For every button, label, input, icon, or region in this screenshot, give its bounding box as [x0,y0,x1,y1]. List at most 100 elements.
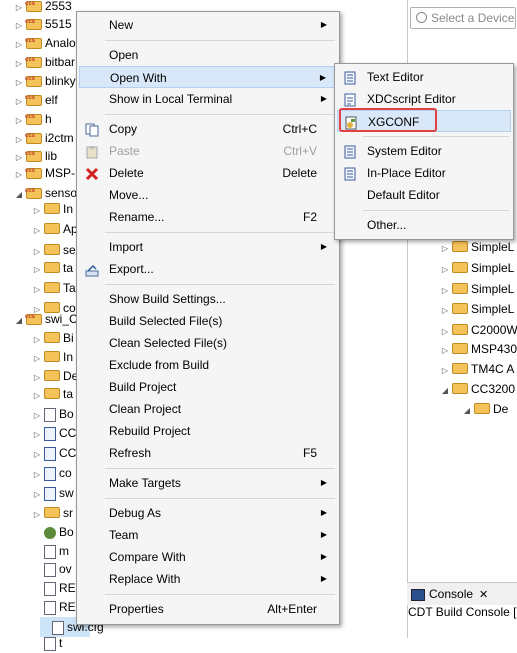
expand-arrow-icon[interactable]: ▷ [32,425,42,445]
device-tree-item[interactable]: ▷ SimpleL [440,237,514,257]
device-tree-item[interactable]: ◢ CC3200 [440,379,515,399]
menu-item-exclude-from-build[interactable]: Exclude from Build [79,354,337,376]
tree-row[interactable]: ▷bitbar [14,50,75,72]
menu-item-rename[interactable]: Rename... F2 [79,206,337,228]
tree-row[interactable]: ▷blinky [14,69,76,91]
tree-row[interactable]: ▷ In [32,199,73,219]
tree-row[interactable]: ▷ se [32,240,76,260]
device-search-input[interactable]: Select a Device [410,7,516,29]
device-tree-item[interactable]: ▷ C2000W [440,320,517,340]
expand-arrow-icon[interactable]: ▷ [32,221,42,241]
menu-item-open[interactable]: Open [79,44,337,66]
menu-item-debug-as[interactable]: Debug As ▶ [79,502,337,524]
tree-row[interactable]: ▷elf [14,88,58,110]
tree-row[interactable]: ▷ co [32,463,72,483]
menu-item-build-project[interactable]: Build Project [79,376,337,398]
tree-row[interactable]: ▷ In [32,347,73,367]
menu-item-text-editor[interactable]: Text Editor [337,66,511,88]
expand-arrow-icon[interactable]: ▷ [32,465,42,485]
menu-item-import[interactable]: Import ▶ [79,236,337,258]
tree-row[interactable]: ▷ Ta [32,278,76,298]
expand-arrow-icon[interactable]: ▷ [32,445,42,465]
tree-row-label: co [59,466,72,480]
menu-item-in-place-editor[interactable]: In-Place Editor [337,162,511,184]
menu-item-clean-project[interactable]: Clean Project [79,398,337,420]
tree-row[interactable]: ▷ sw [32,483,74,503]
expand-arrow-icon[interactable]: ▷ [440,341,450,361]
tree-row[interactable]: ov [32,559,72,579]
expand-arrow-icon[interactable]: ▷ [32,260,42,280]
tree-row[interactable]: ◢ swi_C [14,307,78,331]
menu-item-default-editor[interactable]: Default Editor [337,184,511,206]
menu-separator [105,498,335,499]
menu-item-compare-with[interactable]: Compare With ▶ [79,546,337,568]
tree-row-label: sr [63,506,73,520]
project-icon [25,0,42,14]
expand-arrow-icon[interactable]: ▷ [440,281,450,301]
device-tree-item[interactable]: ▷ SimpleL [440,258,514,278]
device-tree-item[interactable]: ▷ SimpleL [440,279,514,299]
expand-arrow-icon[interactable]: ▷ [440,301,450,321]
tree-row[interactable]: ▷Analo [14,31,76,53]
menu-item-new[interactable]: New ▶ [79,14,337,36]
tree-row-label: Analo [45,36,76,50]
tree-row[interactable]: ▷5515 [14,12,72,34]
menu-item-show-build-settings[interactable]: Show Build Settings... [79,288,337,310]
device-tree-item[interactable]: ▷ MSP430 [440,339,517,359]
close-icon[interactable]: ✕ [479,589,488,601]
tree-row[interactable]: m [32,541,69,561]
tree-row[interactable]: ▷ CC [32,443,76,463]
tree-row[interactable]: ▷ Bi [32,328,74,348]
device-tree-item[interactable]: ◢ De [462,399,508,419]
tree-row-label: MSP- [45,166,75,180]
expand-arrow-icon[interactable]: ▷ [440,260,450,280]
expand-arrow-icon[interactable]: ◢ [14,311,24,331]
tree-row[interactable]: ▷ CC [32,423,76,443]
device-tree-item[interactable]: ▷ TM4C A [440,359,514,379]
expand-arrow-icon[interactable]: ◢ [14,185,24,205]
menu-item-copy[interactable]: Copy Ctrl+C [79,118,337,140]
tree-row[interactable]: ▷ Ap [32,219,78,239]
menu-item-build-selected-file-s[interactable]: Build Selected File(s) [79,310,337,332]
expand-arrow-icon[interactable]: ▷ [32,280,42,300]
expand-arrow-icon[interactable]: ▷ [14,165,24,185]
menu-item-replace-with[interactable]: Replace With ▶ [79,568,337,590]
tree-row[interactable]: RE [32,578,76,598]
menu-item-delete[interactable]: Delete Delete [79,162,337,184]
tree-row[interactable]: ▷ sr [32,503,73,523]
tree-row[interactable]: Bo [32,522,74,542]
menu-item-system-editor[interactable]: System Editor [337,140,511,162]
tree-row[interactable]: ▷ Bo [32,404,74,424]
menu-item-show-in-local-terminal[interactable]: Show in Local Terminal ▶ [79,88,337,110]
menu-item-make-targets[interactable]: Make Targets ▶ [79,472,337,494]
tree-row[interactable]: RE [32,597,76,617]
expand-arrow-icon[interactable]: ▷ [32,485,42,505]
menu-item-label: Show Build Settings... [109,292,226,306]
tree-row[interactable]: ▷ ta [32,384,73,404]
tree-row[interactable]: ▷ De [32,366,78,386]
expand-arrow-icon[interactable]: ◢ [440,381,450,401]
menu-item-refresh[interactable]: Refresh F5 [79,442,337,464]
expand-arrow-icon[interactable]: ▷ [440,361,450,381]
expand-arrow-icon[interactable]: ▷ [440,239,450,259]
expand-arrow-icon[interactable]: ▷ [32,201,42,221]
menu-item-export[interactable]: Export... [79,258,337,280]
expand-arrow-icon[interactable]: ▷ [32,386,42,406]
tree-row-label: CC [59,426,77,440]
tree-row[interactable]: ▷ ta [32,258,73,278]
tree-row[interactable]: ▷i2ctm [14,126,74,148]
menu-item-team[interactable]: Team ▶ [79,524,337,546]
menu-item-xdcscript-editor[interactable]: XDCscript Editor [337,88,511,110]
menu-item-shortcut: Ctrl+C [282,122,317,136]
menu-item-move[interactable]: Move... [79,184,337,206]
menu-item-clean-selected-file-s[interactable]: Clean Selected File(s) [79,332,337,354]
expand-arrow-icon[interactable]: ◢ [462,401,472,421]
console-tab[interactable]: Console ✕ [411,583,488,605]
menu-item-open-with[interactable]: Open With ▶ [79,66,337,88]
tree-row[interactable]: t [32,633,62,653]
menu-item-other[interactable]: Other... [337,214,511,236]
menu-item-rebuild-project[interactable]: Rebuild Project [79,420,337,442]
tree-row[interactable]: ▷ MSP- [14,161,75,185]
menu-item-properties[interactable]: Properties Alt+Enter [79,598,337,620]
device-tree-item[interactable]: ▷ SimpleL [440,299,514,319]
